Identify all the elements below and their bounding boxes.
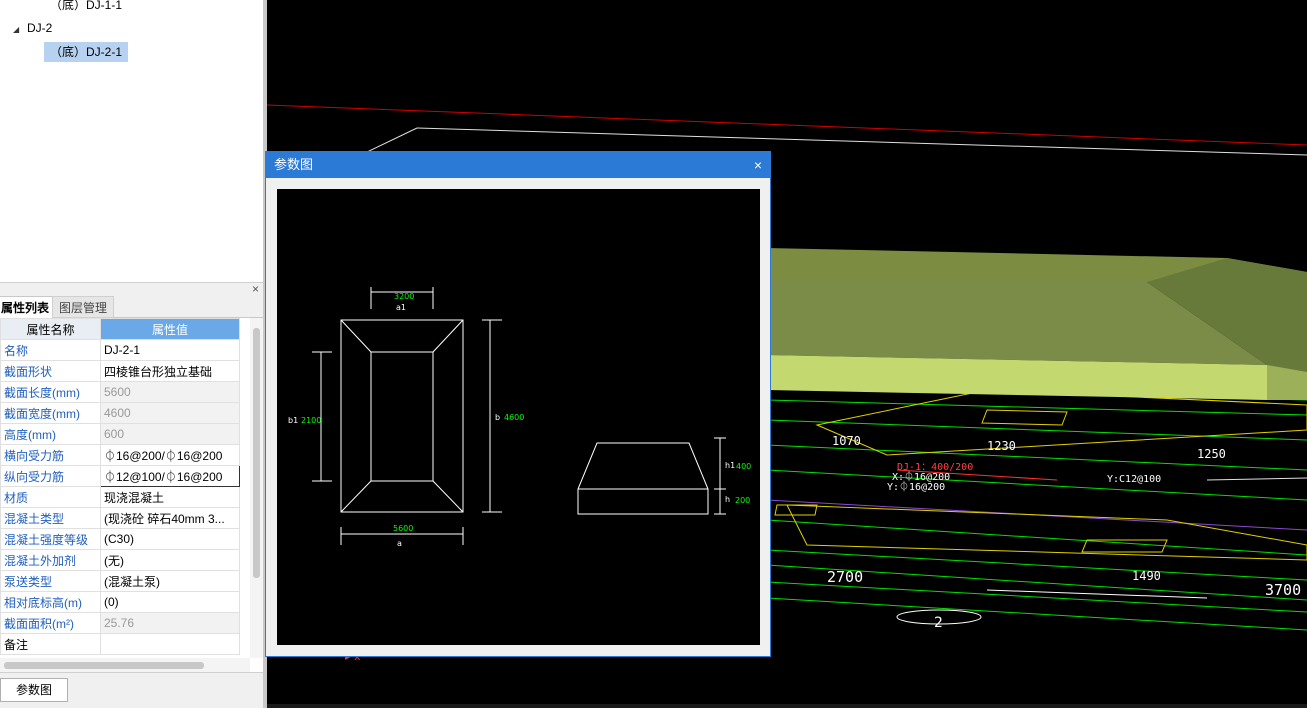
foundation-3d-model[interactable]	[767, 248, 1307, 400]
dim-a-value: 5600	[393, 524, 413, 533]
scroll-thumb[interactable]	[253, 328, 260, 578]
dim-b1-label: b1	[288, 416, 298, 425]
table-row[interactable]: 混凝土外加剂 (无)	[0, 549, 240, 571]
dim-h-value: 200	[735, 496, 750, 505]
prop-name: 截面面积(m²)	[0, 612, 101, 634]
prop-value[interactable]: ⏀16@200/⏀16@200	[100, 444, 240, 466]
table-row[interactable]: 混凝土强度等级 (C30)	[0, 528, 240, 550]
bottom-toolbar: 参数图	[0, 672, 263, 708]
plan-outer-rect	[340, 319, 464, 513]
prop-name: 相对底标高(m)	[0, 591, 101, 613]
axis-label: 2	[934, 615, 943, 631]
header-property-name: 属性名称	[0, 318, 101, 340]
dim-h-label: h	[725, 495, 730, 504]
prop-name: 横向受力筋	[0, 444, 101, 466]
dim-b-value: 4600	[504, 413, 524, 422]
table-row[interactable]: 材质 现浇混凝土	[0, 486, 240, 508]
table-row[interactable]: 高度(mm) 600	[0, 423, 240, 445]
dim-label: 1230	[987, 439, 1016, 453]
panel-tabs: 属性列表 图层管理	[0, 296, 263, 318]
dim-h1-label: h1	[725, 461, 735, 470]
property-grid: 属性名称 属性值 名称 DJ-2-1 截面形状 四棱锥台形独立基础 截面长度(mm)…	[0, 318, 250, 658]
dim-b1-value: 2100	[301, 416, 321, 425]
tab-layer-manager[interactable]: 图层管理	[52, 296, 115, 318]
table-row[interactable]: 截面面积(m²) 25.76	[0, 612, 240, 634]
table-row[interactable]: 截面宽度(mm) 4600	[0, 402, 240, 424]
component-tree: （底）DJ-1-1 ◢ DJ-2 （底）DJ-2-1	[0, 0, 263, 282]
dim-label: 1250	[1197, 447, 1226, 461]
prop-name: 截面宽度(mm)	[0, 402, 101, 424]
prop-value[interactable]: (混凝土泵)	[100, 570, 240, 592]
left-panel: （底）DJ-1-1 ◢ DJ-2 （底）DJ-2-1 × 属性列表 图层管理 属…	[0, 0, 263, 708]
dim-a1-label: a1	[396, 303, 406, 312]
prop-name: 截面长度(mm)	[0, 381, 101, 403]
table-row[interactable]: 备注	[0, 633, 240, 655]
prop-value[interactable]: 现浇混凝土	[100, 486, 240, 508]
table-row[interactable]: 泵送类型 (混凝土泵)	[0, 570, 240, 592]
prop-value[interactable]: (无)	[100, 549, 240, 571]
panel-splitter[interactable]: ×	[0, 282, 263, 296]
prop-name: 混凝土类型	[0, 507, 101, 529]
tree-group-dj-2[interactable]: DJ-2	[27, 18, 52, 38]
prop-name: 材质	[0, 486, 101, 508]
table-row[interactable]: 横向受力筋 ⏀16@200/⏀16@200	[0, 444, 240, 466]
dim-a1-value: 3200	[394, 292, 414, 301]
prop-value: 25.76	[100, 612, 240, 634]
prop-name: 纵向受力筋	[0, 465, 101, 487]
prop-value-editing[interactable]: ⏀12@100/⏀16@200	[100, 465, 240, 487]
plan-inner-rect	[370, 351, 434, 482]
prop-name: 泵送类型	[0, 570, 101, 592]
dialog-title[interactable]: 参数图 ×	[266, 152, 770, 178]
table-row[interactable]: 截面长度(mm) 5600	[0, 381, 240, 403]
tab-property-list[interactable]: 属性列表	[0, 296, 57, 318]
table-row[interactable]: 截面形状 四棱锥台形独立基础	[0, 360, 240, 382]
prop-value: 5600	[100, 381, 240, 403]
prop-name: 名称	[0, 339, 101, 361]
parameter-drawing: 3200 a1 b1 2100 b 4600 5600 a h1 400 h 2…	[288, 287, 751, 548]
tree-item-dj-1-1[interactable]: （底）DJ-1-1	[50, 0, 122, 15]
dim-b-label: b	[495, 413, 500, 422]
table-row[interactable]: 混凝土类型 (现浇砼 碎石40mm 3...	[0, 507, 240, 529]
expand-triangle-icon[interactable]: ◢	[13, 25, 19, 34]
tree-item-dj-2-1[interactable]: （底）DJ-2-1	[44, 42, 129, 62]
annotation-text: Y:C12@100	[1107, 474, 1161, 485]
prop-value[interactable]: DJ-2-1	[100, 339, 240, 361]
prop-name: 高度(mm)	[0, 423, 101, 445]
table-row[interactable]: 纵向受力筋 ⏀12@100/⏀16@200	[0, 465, 240, 487]
section-outline	[577, 442, 709, 515]
annotation-text: Y:⏀16@200	[887, 480, 945, 493]
close-icon[interactable]: ×	[754, 152, 762, 178]
prop-value[interactable]: (现浇砼 碎石40mm 3...	[100, 507, 240, 529]
table-row[interactable]: 相对底标高(m) (0)	[0, 591, 240, 613]
prop-name: 混凝土外加剂	[0, 549, 101, 571]
prop-value[interactable]	[100, 633, 240, 655]
parameter-drawing-canvas: 3200 a1 b1 2100 b 4600 5600 a h1 400 h 2…	[277, 189, 760, 645]
dim-label: 1070	[832, 434, 861, 448]
dim-label: 3700	[1265, 581, 1301, 599]
horizontal-scrollbar[interactable]	[0, 658, 250, 672]
prop-name: 截面形状	[0, 360, 101, 382]
dim-label: 1490	[1132, 569, 1161, 583]
prop-name: 混凝土强度等级	[0, 528, 101, 550]
close-icon[interactable]: ×	[252, 283, 259, 296]
scroll-thumb[interactable]	[4, 662, 204, 669]
header-property-value: 属性值	[100, 318, 240, 340]
dim-label: 2700	[827, 568, 863, 586]
parameter-diagram-dialog: 参数图 × 3200 a1 b1 2100 b 4600 5600 a h1 4…	[265, 151, 771, 657]
vertical-scrollbar[interactable]	[250, 318, 263, 658]
prop-value[interactable]: 四棱锥台形独立基础	[100, 360, 240, 382]
parameter-diagram-button[interactable]: 参数图	[0, 678, 68, 702]
prop-name: 备注	[0, 633, 101, 655]
plan-grid	[766, 384, 1307, 631]
status-bar	[267, 704, 1307, 708]
table-row[interactable]: 名称 DJ-2-1	[0, 339, 240, 361]
prop-value: 4600	[100, 402, 240, 424]
prop-value: 600	[100, 423, 240, 445]
dim-h1-value: 400	[736, 462, 751, 471]
prop-value[interactable]: (0)	[100, 591, 240, 613]
dim-a-label: a	[397, 539, 402, 548]
prop-value[interactable]: (C30)	[100, 528, 240, 550]
dialog-title-text: 参数图	[274, 157, 314, 172]
